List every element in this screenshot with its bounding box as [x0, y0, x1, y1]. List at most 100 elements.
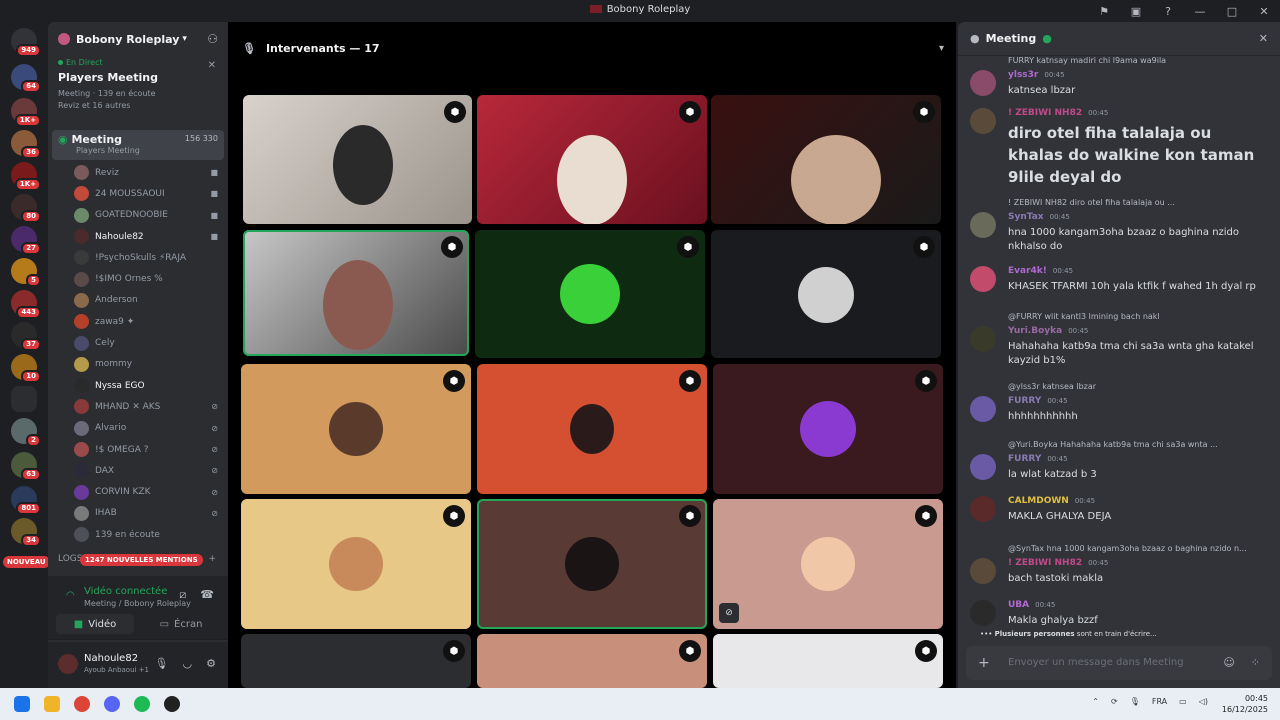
avatar-tile[interactable]: ⬢: [241, 499, 471, 629]
shield-icon[interactable]: ⬢: [679, 101, 701, 123]
reply-preview[interactable]: @SynTax hna 1000 kangam3oha bzaaz o bagh…: [1008, 544, 1268, 553]
reply-preview[interactable]: @Yuri.Boyka Hahahaha katb9a tma chi sa3a…: [1008, 440, 1268, 449]
message-author[interactable]: SynTax: [1008, 212, 1044, 222]
shield-icon[interactable]: ⬢: [443, 370, 465, 392]
file-explorer-icon[interactable]: [44, 696, 60, 712]
windows-start-icon[interactable]: [14, 696, 30, 712]
video-tile[interactable]: ⬢: [711, 95, 941, 224]
reply-preview[interactable]: FURRY katnsay madiri chi l9ama wa9ila: [1008, 56, 1268, 65]
avatar-tile[interactable]: ⬢: [241, 364, 471, 494]
video-button[interactable]: ■ Vidéo: [56, 614, 134, 634]
voice-user[interactable]: Nahoule82 ■: [48, 226, 228, 247]
chevron-up-icon[interactable]: ⌃: [1092, 697, 1099, 706]
server-icon[interactable]: 1K+: [11, 98, 41, 127]
minimize-button[interactable]: —: [1184, 0, 1216, 22]
network-icon[interactable]: ▭: [1179, 697, 1187, 706]
chrome-icon[interactable]: [74, 696, 90, 712]
reply-preview[interactable]: @FURRY wlit kantl3 lmining bach nakl: [1008, 312, 1268, 321]
voice-user[interactable]: IHAB ⊘: [48, 503, 228, 524]
avatar[interactable]: [970, 396, 996, 422]
avatar[interactable]: [970, 600, 996, 626]
server-icon[interactable]: 27: [11, 226, 41, 255]
avatar[interactable]: [58, 654, 78, 674]
avatar[interactable]: [970, 108, 996, 134]
spotify-icon[interactable]: [134, 696, 150, 712]
message-input[interactable]: Envoyer un message dans Meeting: [1008, 657, 1184, 668]
close-window-button[interactable]: ✕: [1248, 0, 1280, 22]
voice-user[interactable]: Anderson: [48, 290, 228, 311]
voice-user[interactable]: !$ OMEGA ? ⊘: [48, 439, 228, 460]
voice-channel-meeting[interactable]: ◉ Meeting Players Meeting 156 330: [52, 130, 224, 160]
microphone-icon[interactable]: 🎙: [1130, 697, 1140, 706]
voice-user[interactable]: Nyssa EGO: [48, 375, 228, 396]
avatar[interactable]: [970, 558, 996, 584]
avatar[interactable]: [970, 212, 996, 238]
server-icon[interactable]: 5: [11, 258, 41, 287]
voice-user[interactable]: mommy: [48, 354, 228, 375]
volume-icon[interactable]: ◁): [1199, 697, 1208, 706]
avatar-tile[interactable]: ⬢: [241, 634, 471, 688]
voice-user[interactable]: !PsychoSkulls ⚡RAJA: [48, 247, 228, 268]
avatar-tile[interactable]: ⬢: [477, 499, 707, 629]
shield-icon[interactable]: ⬢: [444, 101, 466, 123]
folder-icon[interactable]: [11, 386, 37, 412]
voice-user[interactable]: GOATEDNOOBIE ■: [48, 205, 228, 226]
discord-icon[interactable]: [104, 696, 120, 712]
shield-icon[interactable]: ⬢: [679, 505, 701, 527]
shield-icon[interactable]: ⬢: [915, 640, 937, 662]
message-author[interactable]: ylss3r: [1008, 70, 1038, 80]
message-author[interactable]: Yuri.Boyka: [1008, 326, 1062, 336]
help-icon[interactable]: ?: [1152, 0, 1184, 22]
add-attachment-icon[interactable]: +: [978, 655, 990, 671]
avatar-tile[interactable]: ⬢: [477, 634, 707, 688]
voice-channel-path[interactable]: Meeting / Bobony Roleplay: [68, 599, 191, 608]
noise-suppression-icon[interactable]: ⧄: [179, 588, 186, 602]
message-author[interactable]: ! ZEBIWI NH82: [1008, 108, 1082, 118]
invite-icon[interactable]: ⚇: [207, 32, 218, 46]
emoji-icon[interactable]: ☺: [1223, 656, 1234, 669]
avatar[interactable]: [970, 70, 996, 96]
shield-icon[interactable]: ⬢: [913, 236, 935, 258]
message-author[interactable]: CALMDOWN: [1008, 496, 1069, 506]
maximize-button[interactable]: □: [1216, 0, 1248, 22]
screen-icon[interactable]: ▣: [1120, 0, 1152, 22]
avatar[interactable]: [970, 266, 996, 292]
voice-user[interactable]: !$IMO Ornes %: [48, 268, 228, 289]
voice-user[interactable]: Reviz ■: [48, 162, 228, 183]
server-icon[interactable]: 10: [11, 354, 41, 383]
message-author[interactable]: FURRY: [1008, 396, 1041, 406]
app-icon[interactable]: [164, 696, 180, 712]
server-icon[interactable]: 801: [11, 486, 41, 515]
message-author[interactable]: FURRY: [1008, 454, 1041, 464]
shield-icon[interactable]: ⬢: [443, 640, 465, 662]
new-badge[interactable]: NOUVEAU: [3, 556, 50, 568]
chat-input-box[interactable]: + Envoyer un message dans Meeting ☺ ⁘: [966, 646, 1272, 680]
voice-user[interactable]: zawa9 ✦: [48, 311, 228, 332]
voice-user[interactable]: MHAND ✕ AKS ⊘: [48, 396, 228, 417]
shield-icon[interactable]: ⬢: [443, 505, 465, 527]
avatar-tile[interactable]: ⬢ ⊘: [713, 499, 943, 629]
server-icon[interactable]: 1K+: [11, 162, 41, 191]
shield-icon[interactable]: ⬢: [915, 505, 937, 527]
server-icon-dm[interactable]: 949: [11, 28, 41, 57]
avatar-tile[interactable]: ⬢: [475, 230, 705, 358]
screen-share-button[interactable]: ▭ Écran: [142, 614, 220, 634]
voice-user[interactable]: 24 MOUSSAOUI ■: [48, 183, 228, 204]
video-tile[interactable]: ⬢: [477, 95, 707, 224]
mentions-pill[interactable]: 1247 NOUVELLES MENTIONS: [80, 554, 203, 566]
reply-preview[interactable]: ! ZEBIWI NH82 diro otel fiha talalaja ou…: [1008, 198, 1268, 207]
shield-icon[interactable]: ⬢: [441, 236, 463, 258]
video-tile[interactable]: ⬢: [243, 230, 469, 356]
microphone-icon[interactable]: 🎙: [155, 657, 169, 670]
live-stage-card[interactable]: En Direct Players Meeting Meeting · 139 …: [48, 56, 228, 130]
sync-icon[interactable]: ⟳: [1111, 697, 1118, 706]
shield-icon[interactable]: ⬢: [913, 101, 935, 123]
message-author[interactable]: ! ZEBIWI NH82: [1008, 558, 1082, 568]
disconnect-icon[interactable]: ☎: [200, 588, 214, 602]
avatar-tile[interactable]: ⬢: [713, 364, 943, 494]
server-icon[interactable]: 443: [11, 290, 41, 319]
server-icon[interactable]: 80: [11, 194, 41, 223]
apps-icon[interactable]: ⁘: [1251, 656, 1260, 669]
voice-user[interactable]: CORVIN KZK ⊘: [48, 481, 228, 502]
shield-icon[interactable]: ⬢: [679, 640, 701, 662]
